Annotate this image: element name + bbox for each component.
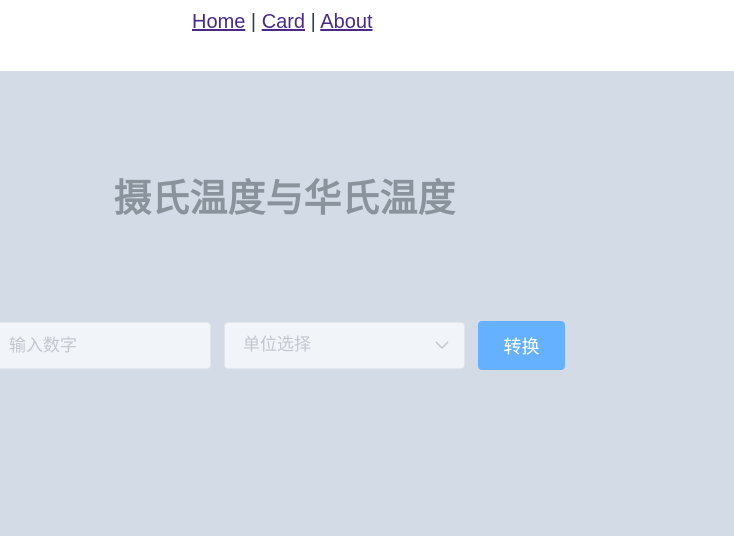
top-nav: Home | Card | About xyxy=(192,9,373,35)
nav-separator: | xyxy=(250,11,257,33)
converter-panel: 摄氏温度与华氏温度 单位选择 转换 xyxy=(0,71,734,536)
unit-select-placeholder: 单位选择 xyxy=(243,335,311,355)
number-input[interactable] xyxy=(0,322,211,369)
chevron-down-icon xyxy=(435,341,449,350)
nav-separator: | xyxy=(310,11,316,33)
page: Home | Card | About 摄氏温度与华氏温度 单位选择 转换 xyxy=(0,0,734,536)
nav-link-card[interactable]: Card xyxy=(262,11,305,33)
unit-select[interactable]: 单位选择 xyxy=(224,322,465,369)
convert-button[interactable]: 转换 xyxy=(478,321,565,370)
page-title: 摄氏温度与华氏温度 xyxy=(114,176,457,220)
nav-link-about[interactable]: About xyxy=(320,11,372,33)
nav-link-home[interactable]: Home xyxy=(192,11,245,33)
